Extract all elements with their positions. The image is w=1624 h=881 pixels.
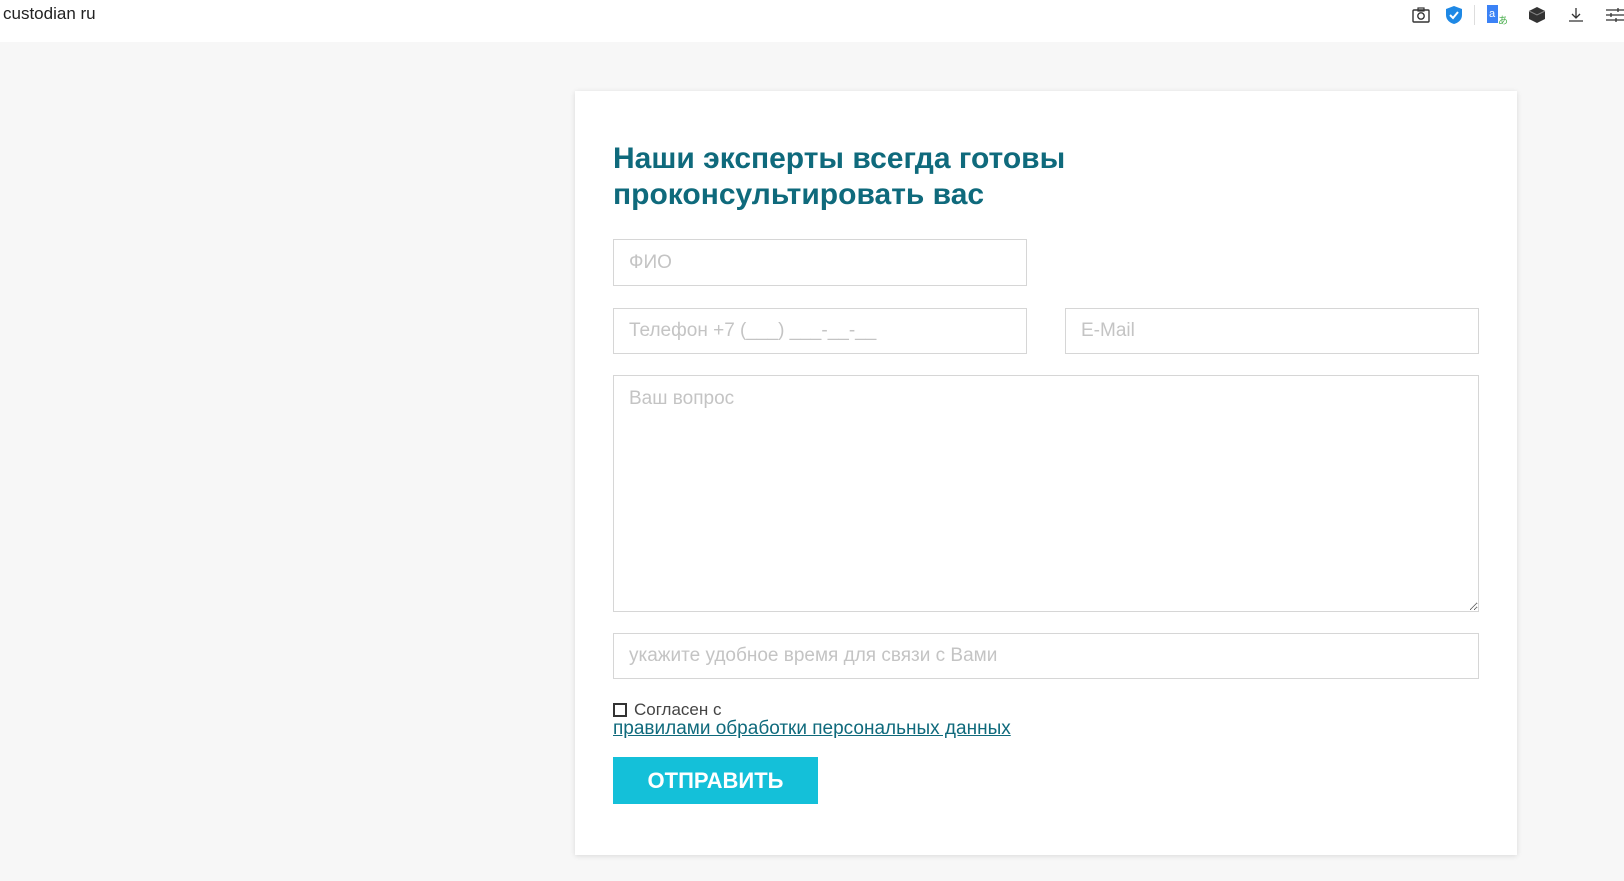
- cube-icon[interactable]: [1526, 4, 1548, 26]
- toolbar-divider: [1474, 5, 1475, 25]
- consent-checkbox[interactable]: [613, 703, 627, 717]
- browser-toolbar: custodian ru aあ: [0, 0, 1624, 42]
- download-icon[interactable]: [1565, 4, 1587, 26]
- consent-row: Согласен с: [613, 700, 722, 720]
- submit-button[interactable]: ОТПРАВИТЬ: [613, 757, 818, 804]
- settings-sliders-icon[interactable]: [1604, 4, 1624, 26]
- svg-text:a: a: [1489, 8, 1496, 20]
- name-input[interactable]: [613, 239, 1027, 286]
- contact-time-input[interactable]: [613, 633, 1479, 679]
- question-textarea[interactable]: [613, 375, 1479, 612]
- phone-input[interactable]: [613, 308, 1027, 354]
- shield-check-icon[interactable]: [1443, 4, 1465, 26]
- svg-text:あ: あ: [1498, 15, 1508, 26]
- form-heading: Наши эксперты всегда готовы проконсульти…: [613, 142, 1066, 211]
- consultation-form-card: Наши эксперты всегда готовы проконсульти…: [575, 91, 1517, 855]
- consent-label: Согласен с: [634, 700, 722, 719]
- email-input[interactable]: [1065, 308, 1479, 354]
- privacy-policy-link[interactable]: правилами обработки персональных данных: [613, 718, 1011, 740]
- site-title: custodian ru: [3, 4, 96, 23]
- translate-icon[interactable]: aあ: [1486, 4, 1508, 26]
- camera-icon[interactable]: [1410, 4, 1432, 26]
